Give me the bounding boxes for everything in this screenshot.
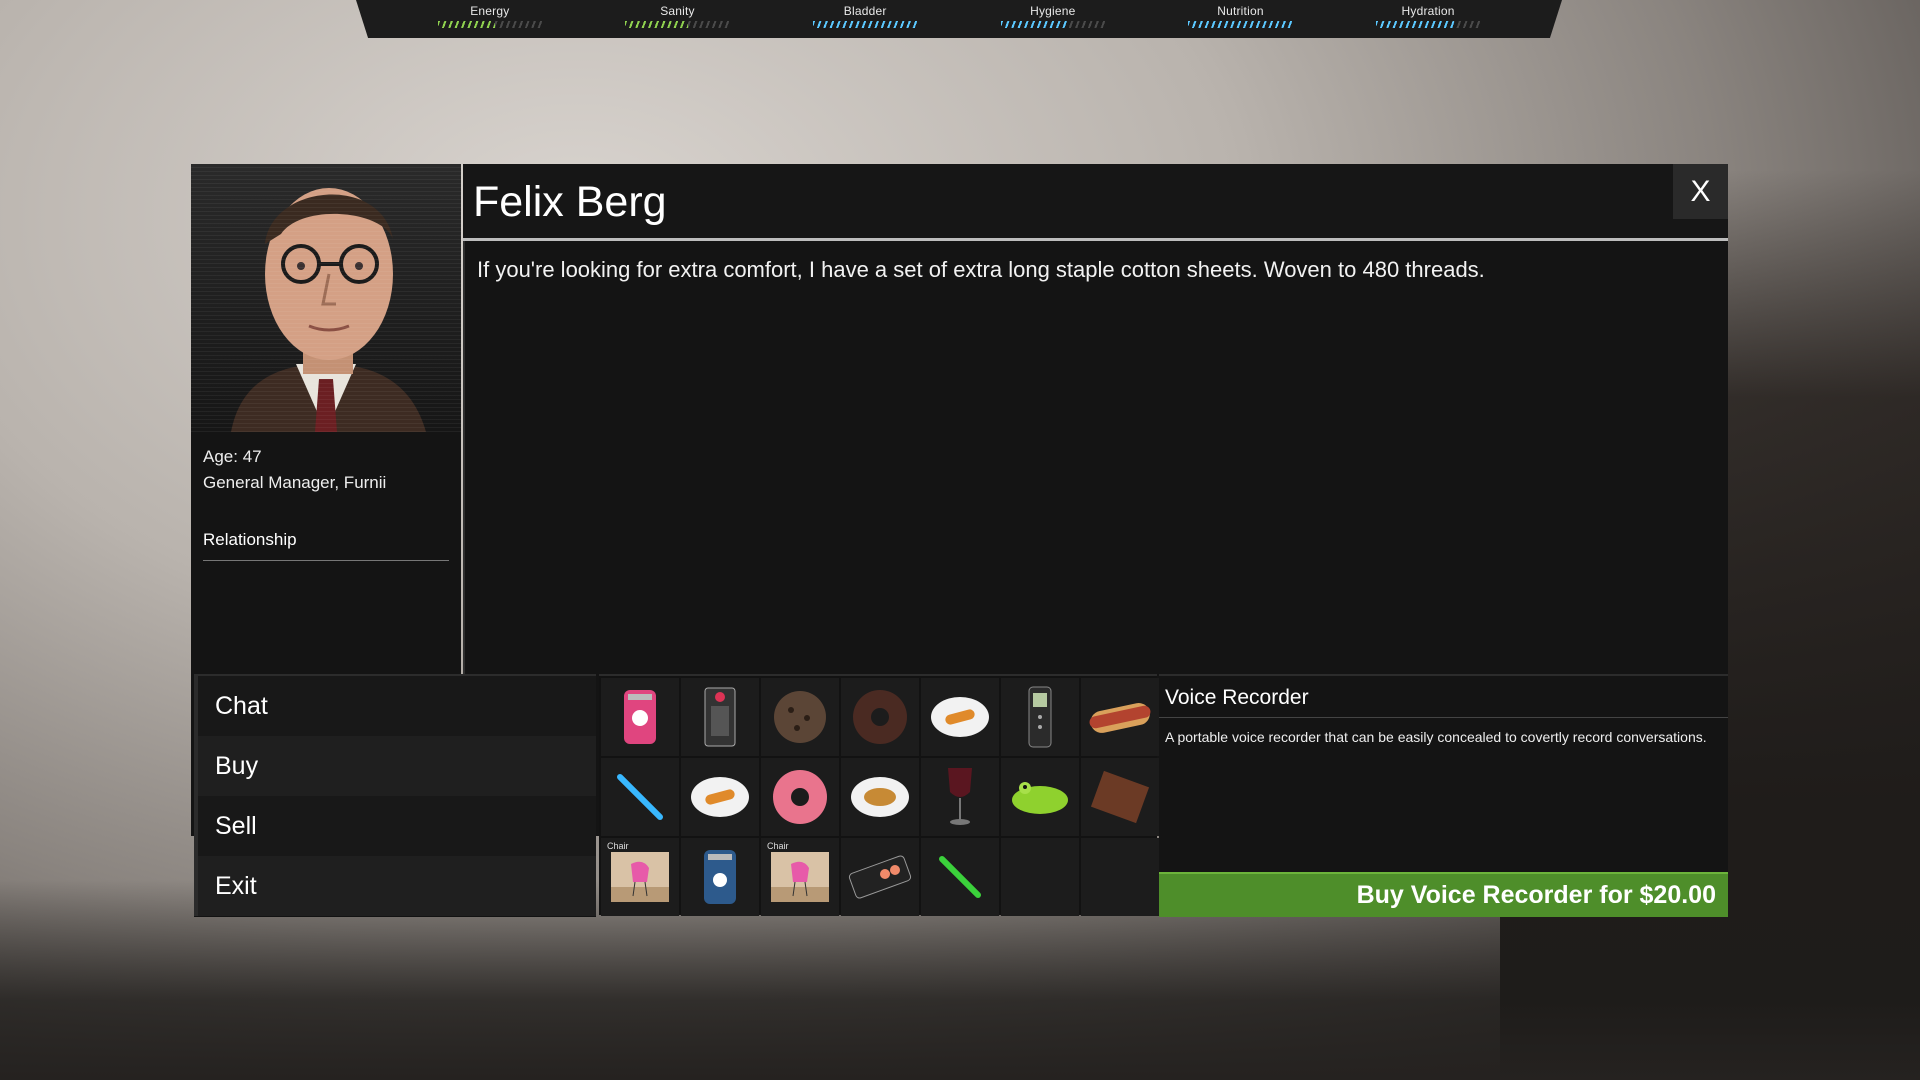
npc-age: Age: 47 <box>203 447 262 466</box>
item-description: A portable voice recorder that can be ea… <box>1165 729 1707 745</box>
shop-item-slot[interactable] <box>681 678 759 756</box>
stat-label: Bladder <box>843 4 887 18</box>
stat-hygiene: Hygiene <box>993 0 1113 38</box>
cookie-icon <box>774 691 826 743</box>
blue-glowstick-icon <box>617 774 663 820</box>
shop-inventory-grid: Chair Chair <box>599 674 1159 916</box>
stat-bar <box>1000 21 1105 28</box>
shop-item-slot[interactable] <box>841 758 919 836</box>
npc-dialog: Age: 47 General Manager, Furnii Relation… <box>191 164 1728 917</box>
needs-hud: Energy Sanity Bladder Hygiene Nutrition … <box>356 0 1562 38</box>
npc-job: General Manager, Furnii <box>203 473 387 492</box>
stat-bar <box>437 21 542 28</box>
menu-exit-button[interactable]: Exit <box>194 856 596 916</box>
stat-label: Nutrition <box>1217 4 1264 18</box>
shop-item-slot[interactable] <box>761 678 839 756</box>
stat-label: Hydration <box>1401 4 1455 18</box>
sushi-pack-icon <box>848 855 912 899</box>
stat-fill <box>625 21 688 28</box>
green-glowstick-icon <box>939 856 981 898</box>
stat-fill <box>813 21 918 28</box>
chocolate-donut-icon <box>853 690 907 744</box>
stat-fill <box>437 21 496 28</box>
dialog-menu: Chat Buy Sell Exit <box>194 674 596 917</box>
stat-bladder: Bladder <box>805 0 925 38</box>
shop-item-slot[interactable] <box>841 678 919 756</box>
menu-chat-button[interactable]: Chat <box>194 676 596 736</box>
pizza-slice-icon <box>1090 770 1150 824</box>
empty-slot <box>1081 838 1159 916</box>
shop-item-slot[interactable] <box>1001 678 1079 756</box>
pink-chair-icon <box>611 852 669 902</box>
npc-portrait <box>191 164 461 432</box>
shop-item-slot[interactable] <box>841 838 919 916</box>
stat-bar <box>1376 21 1481 28</box>
shop-item-slot[interactable]: Chair <box>601 838 679 916</box>
shop-item-slot[interactable] <box>681 838 759 916</box>
npc-speech-text: If you're looking for extra comfort, I h… <box>477 257 1485 282</box>
shop-item-slot[interactable] <box>921 678 999 756</box>
stat-label: Hygiene <box>1030 4 1076 18</box>
wine-glass-icon <box>948 768 972 825</box>
voice-recorder-icon <box>1028 686 1052 748</box>
shop-item-slot[interactable] <box>921 758 999 836</box>
menu-buy-button[interactable]: Buy <box>194 736 596 796</box>
item-tag: Chair <box>767 841 789 851</box>
stat-label: Energy <box>470 4 510 18</box>
stat-bar <box>813 21 918 28</box>
toy-crocodile-icon <box>1012 782 1068 814</box>
soda-can-blue-icon <box>704 850 736 904</box>
shop-item-slot[interactable] <box>681 758 759 836</box>
shop-item-slot[interactable] <box>921 838 999 916</box>
item-title: Voice Recorder <box>1165 686 1309 709</box>
churro-plate-icon <box>931 697 989 737</box>
stat-nutrition: Nutrition <box>1180 0 1300 38</box>
fries-plate-icon <box>851 777 909 817</box>
hotdog-icon <box>1089 703 1151 733</box>
shop-item-slot[interactable] <box>1001 758 1079 836</box>
stat-bar <box>625 21 730 28</box>
stat-label: Sanity <box>660 4 695 18</box>
menu-sell-button[interactable]: Sell <box>194 796 596 856</box>
stat-sanity: Sanity <box>617 0 737 38</box>
churro-plate-icon <box>691 777 749 817</box>
stat-fill <box>1376 21 1455 28</box>
pink-donut-icon <box>773 770 827 824</box>
buy-item-button[interactable]: Buy Voice Recorder for $20.00 <box>1159 872 1728 917</box>
item-tag: Chair <box>607 841 629 851</box>
stat-energy: Energy <box>430 0 550 38</box>
relationship-label: Relationship <box>203 530 297 549</box>
stat-fill <box>1000 21 1069 28</box>
soda-can-pink-icon <box>624 690 656 744</box>
close-button[interactable]: X <box>1673 164 1728 219</box>
npc-name: Felix Berg <box>473 178 667 226</box>
item-divider <box>1159 717 1728 718</box>
npc-name-bar: Felix Berg X <box>463 164 1728 241</box>
shop-item-slot[interactable] <box>761 758 839 836</box>
item-detail-panel: Voice Recorder A portable voice recorder… <box>1159 674 1728 917</box>
shop-item-slot[interactable] <box>1081 758 1159 836</box>
shop-item-slot[interactable] <box>1081 678 1159 756</box>
stat-bar <box>1188 21 1293 28</box>
stat-hydration: Hydration <box>1368 0 1488 38</box>
stat-fill <box>1188 21 1293 28</box>
relationship-divider <box>203 560 449 561</box>
shop-item-slot[interactable]: Chair <box>761 838 839 916</box>
shop-item-slot[interactable] <box>601 678 679 756</box>
empty-slot <box>1001 838 1079 916</box>
pink-chair-icon <box>771 852 829 902</box>
shop-item-slot[interactable] <box>601 758 679 836</box>
phone-case-icon <box>704 687 736 747</box>
